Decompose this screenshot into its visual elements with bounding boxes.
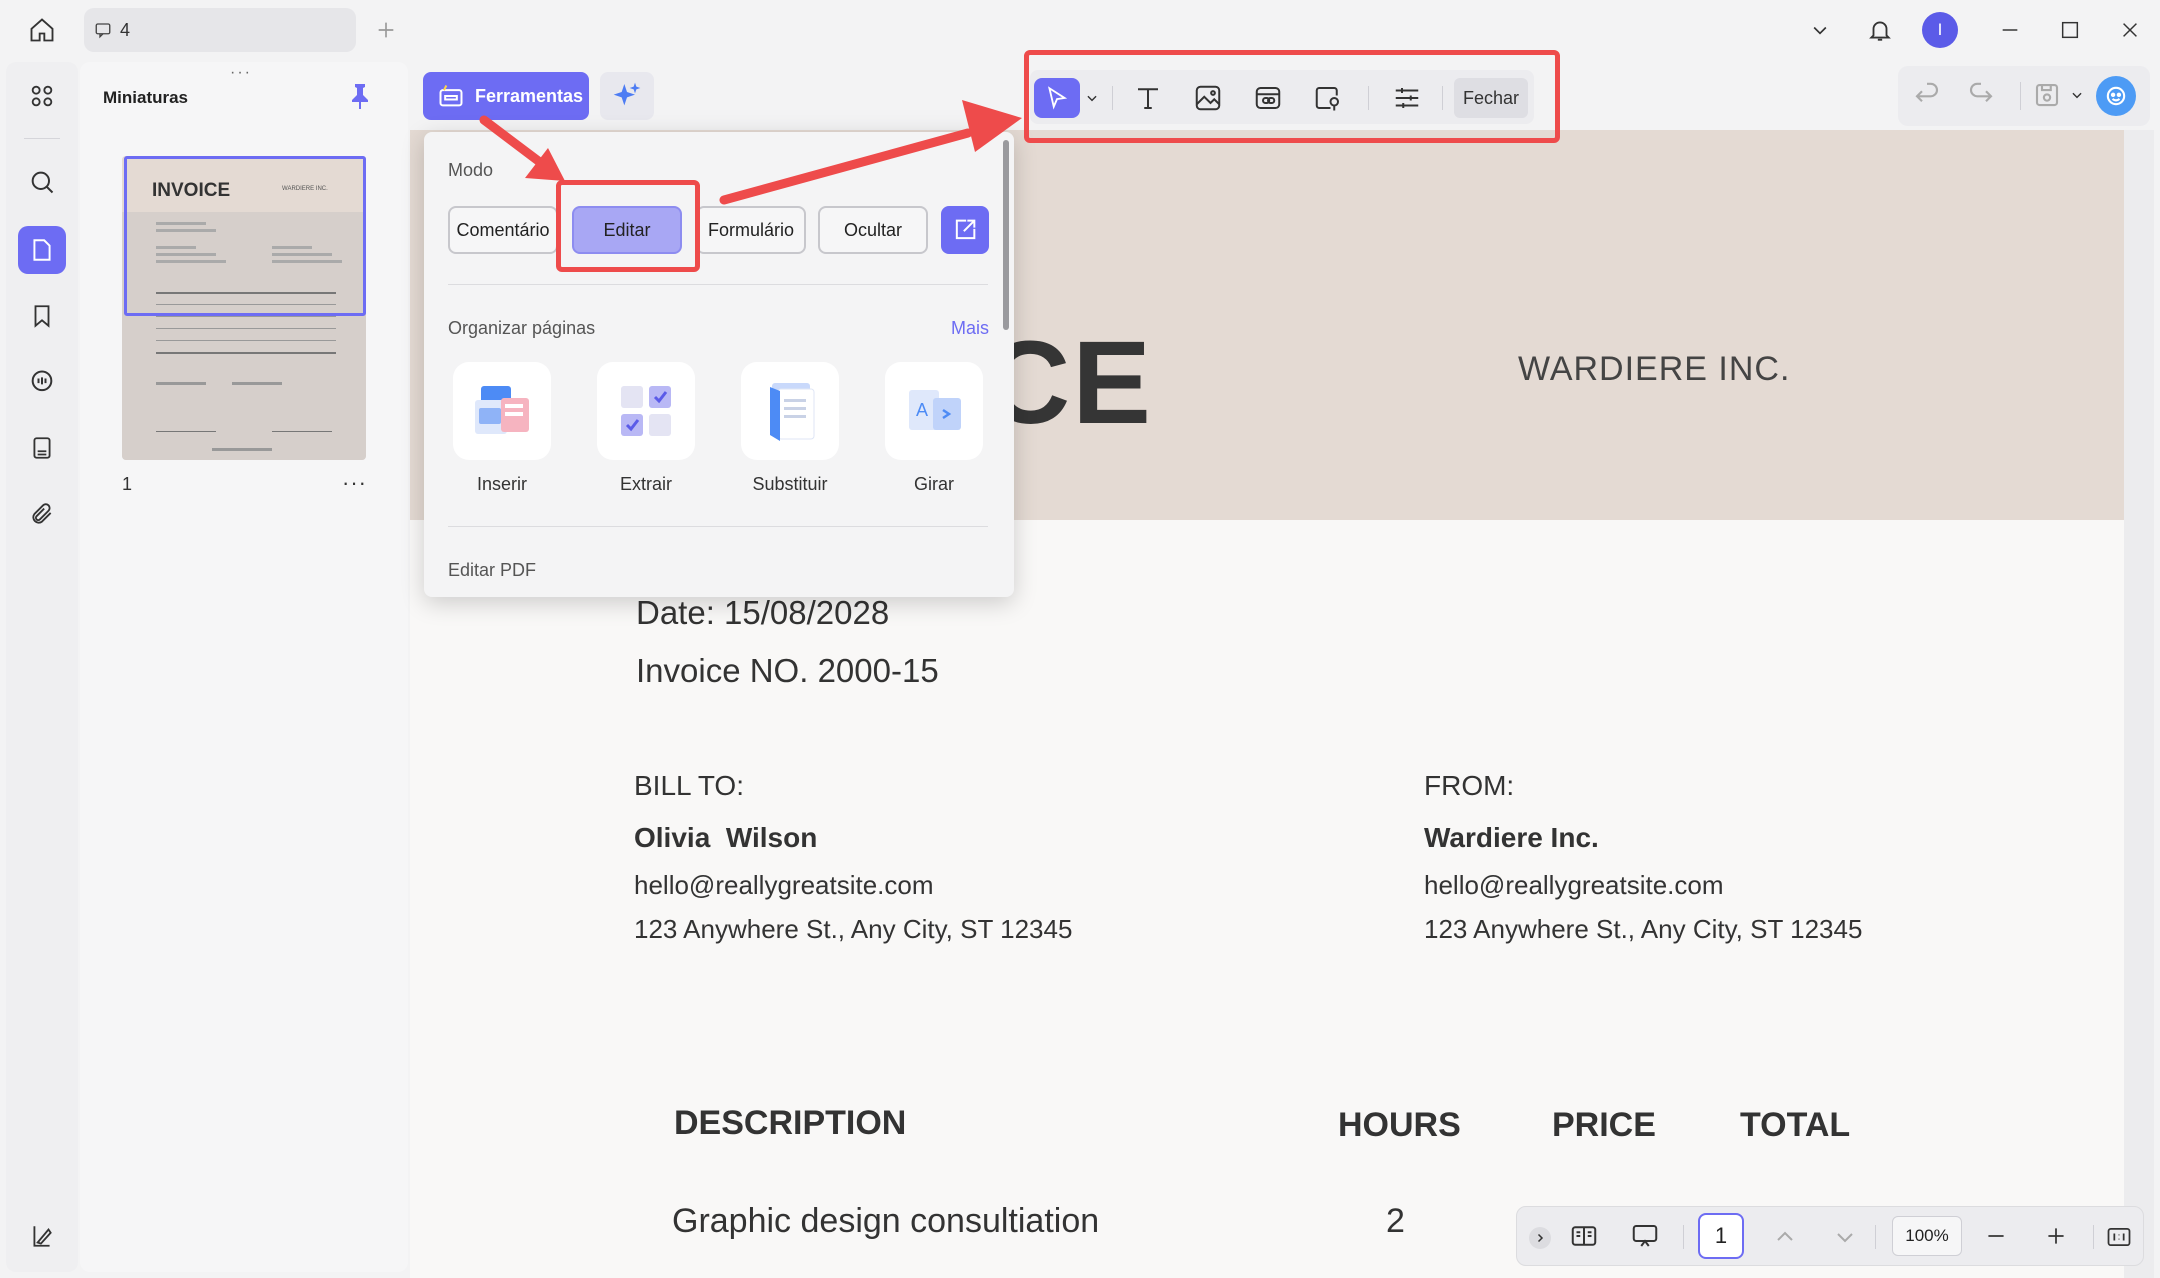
status-divider bbox=[1683, 1225, 1684, 1249]
status-bar bbox=[1516, 1206, 2144, 1266]
presentation-icon[interactable] bbox=[1629, 1221, 1661, 1251]
status-divider bbox=[1875, 1225, 1876, 1249]
zoom-level[interactable]: 100% bbox=[1892, 1216, 1962, 1256]
arrow-to-toolbar bbox=[719, 100, 1022, 205]
actual-size-icon[interactable] bbox=[2105, 1223, 2133, 1251]
zoom-in-icon[interactable] bbox=[2043, 1223, 2069, 1249]
page-number-input[interactable]: 1 bbox=[1698, 1213, 1744, 1259]
previous-page-icon[interactable] bbox=[1773, 1225, 1797, 1249]
status-divider bbox=[2093, 1225, 2094, 1249]
expand-chevron-icon[interactable] bbox=[1529, 1227, 1551, 1249]
page-layout-icon[interactable] bbox=[1569, 1221, 1599, 1251]
arrow-to-edit bbox=[479, 115, 565, 181]
next-page-icon[interactable] bbox=[1833, 1225, 1857, 1249]
zoom-out-icon[interactable] bbox=[1983, 1223, 2009, 1249]
annotation-arrows bbox=[479, 100, 1022, 205]
